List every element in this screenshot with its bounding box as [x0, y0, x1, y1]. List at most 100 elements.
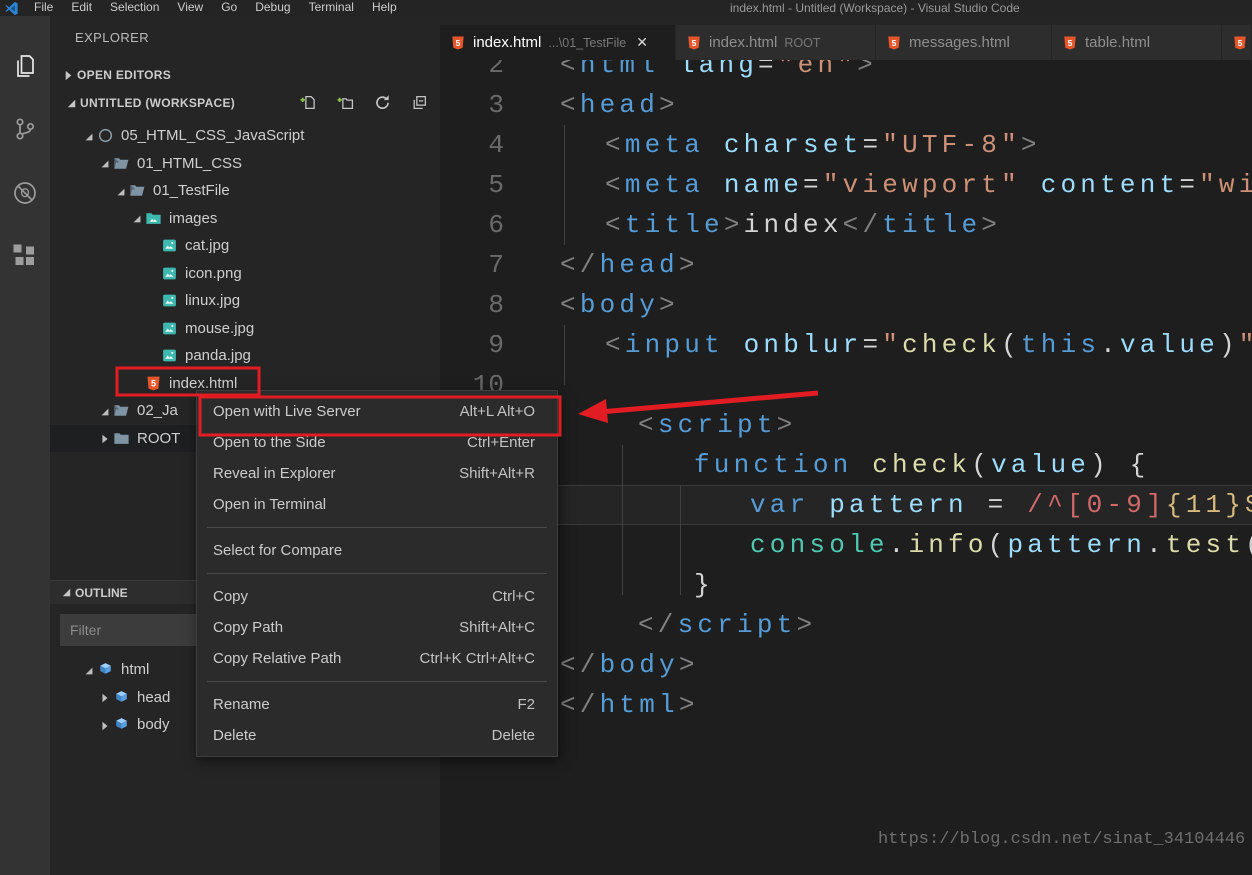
- code-line: 11<script>: [440, 405, 1252, 445]
- tree-item-01-html-css[interactable]: 01_HTML_CSS: [50, 150, 440, 178]
- extensions-icon[interactable]: [12, 243, 38, 269]
- tab-table.html[interactable]: 5table.html: [1052, 25, 1222, 60]
- svg-text:5: 5: [1068, 38, 1073, 48]
- menu-go[interactable]: Go: [212, 0, 246, 16]
- tree-item-label: ROOT: [137, 425, 180, 452]
- menu-item-label: Rename: [213, 696, 517, 713]
- code-text: </body>: [560, 645, 699, 685]
- chevron-right-icon: [99, 719, 113, 731]
- tree-item-mouse-jpg[interactable]: mouse.jpg: [50, 315, 440, 343]
- menu-file[interactable]: File: [25, 0, 62, 16]
- svg-text:5: 5: [692, 38, 697, 48]
- chevron-down-icon: [99, 157, 113, 169]
- menu-item-copy-relative-path[interactable]: Copy Relative PathCtrl+K Ctrl+Alt+C: [197, 643, 557, 674]
- code-line: 2<html lang="en">: [440, 60, 1252, 85]
- tree-item-label: 01_TestFile: [153, 177, 230, 204]
- menu-item-select-for-compare[interactable]: Select for Compare: [197, 535, 557, 566]
- menu-item-label: Copy Relative Path: [213, 650, 420, 667]
- new-folder-icon[interactable]: [337, 94, 354, 111]
- menu-item-open-in-terminal[interactable]: Open in Terminal: [197, 489, 557, 520]
- tree-item-05-html-css-javascript[interactable]: 05_HTML_CSS_JavaScript: [50, 122, 440, 150]
- image-icon: [161, 237, 178, 254]
- source-control-icon[interactable]: [12, 116, 38, 142]
- menu-edit[interactable]: Edit: [62, 0, 101, 16]
- tree-spacer: [147, 322, 161, 334]
- chevron-down-icon: [115, 185, 129, 197]
- tree-item-icon-png[interactable]: icon.png: [50, 260, 440, 288]
- tree-item-01-testfile[interactable]: 01_TestFile: [50, 177, 440, 205]
- code-editor[interactable]: 2<html lang="en">3<head>4<meta charset="…: [440, 60, 1252, 875]
- tree-spacer: [147, 240, 161, 252]
- section-open-editors[interactable]: OPEN EDITORS: [50, 62, 440, 88]
- code-text: <title>index</title>: [605, 205, 1001, 245]
- line-number: 5: [440, 165, 504, 205]
- menu-debug[interactable]: Debug: [246, 0, 299, 16]
- code-line: 4 <meta charset="UTF-8">: [440, 125, 1252, 165]
- tree-item-linux-jpg[interactable]: linux.jpg: [50, 287, 440, 315]
- editor-tabs: 5index.html...\01_TestFile✕5index.htmlRO…: [440, 25, 1252, 60]
- chevron-down-icon: [83, 664, 97, 676]
- line-number: 7: [440, 245, 504, 285]
- menu-item-copy-path[interactable]: Copy PathShift+Alt+C: [197, 612, 557, 643]
- menu-selection[interactable]: Selection: [101, 0, 168, 16]
- watermark-text: https://blog.csdn.net/sinat_34104446: [878, 830, 1245, 849]
- cube-icon: [113, 716, 130, 733]
- code-line: 12function check(value) {: [440, 445, 1252, 485]
- menu-item-open-to-the-side[interactable]: Open to the SideCtrl+Enter: [197, 427, 557, 458]
- menu-item-shortcut: Ctrl+K Ctrl+Alt+C: [420, 650, 535, 667]
- menu-item-label: Open in Terminal: [213, 496, 535, 513]
- line-number: 8: [440, 285, 504, 325]
- menu-item-copy[interactable]: CopyCtrl+C: [197, 581, 557, 612]
- tab-index.html[interactable]: 5index.htmlROOT: [676, 25, 876, 60]
- folder-images-icon: [145, 210, 162, 227]
- menu-help[interactable]: Help: [363, 0, 406, 16]
- image-icon: [161, 347, 178, 364]
- tree-item-cat-jpg[interactable]: cat.jpg: [50, 232, 440, 260]
- tree-item-label: panda.jpg: [185, 342, 251, 369]
- html-icon: 5: [450, 35, 466, 51]
- svg-text:5: 5: [151, 378, 156, 388]
- code-line: 16</script>: [440, 605, 1252, 645]
- menu-terminal[interactable]: Terminal: [300, 0, 363, 16]
- tree-item-images[interactable]: images: [50, 205, 440, 233]
- tree-item-label: linux.jpg: [185, 287, 240, 314]
- line-number: 9: [440, 325, 504, 365]
- chevron-right-icon: [99, 432, 113, 444]
- code-text: <meta charset="UTF-8">: [605, 125, 1041, 165]
- code-line: 15}: [440, 565, 1252, 605]
- tab-label: messages.html: [909, 34, 1010, 51]
- menu-item-shortcut: Ctrl+Enter: [467, 434, 535, 451]
- code-line: 13var pattern = /^[0-9]{11}$: [440, 485, 1252, 525]
- tab-label: index.html: [709, 34, 777, 51]
- tree-item-panda-jpg[interactable]: panda.jpg: [50, 342, 440, 370]
- section-workspace[interactable]: UNTITLED (WORKSPACE): [50, 88, 440, 118]
- refresh-icon[interactable]: [374, 94, 391, 111]
- code-text: console.info(pattern.test(: [750, 525, 1252, 565]
- code-line: 18</html>: [440, 685, 1252, 725]
- code-line: 9<input onblur="check(this.value)" p: [440, 325, 1252, 365]
- tree-item-label: icon.png: [185, 260, 242, 287]
- menu-item-open-with-live-server[interactable]: Open with Live ServerAlt+L Alt+O: [197, 396, 557, 427]
- explorer-icon[interactable]: [12, 53, 38, 79]
- menu-item-rename[interactable]: RenameF2: [197, 689, 557, 720]
- line-number: 4: [440, 125, 504, 165]
- menu-item-label: Delete: [213, 727, 492, 744]
- close-icon[interactable]: ✕: [636, 34, 648, 51]
- menu-item-reveal-in-explorer[interactable]: Reveal in ExplorerShift+Alt+R: [197, 458, 557, 489]
- debug-icon[interactable]: [12, 180, 38, 206]
- new-file-icon[interactable]: [300, 94, 317, 111]
- collapse-all-icon[interactable]: [411, 94, 428, 111]
- menu-item-shortcut: Alt+L Alt+O: [460, 403, 535, 420]
- folder-open-icon: [113, 402, 130, 419]
- menu-item-label: Reveal in Explorer: [213, 465, 459, 482]
- menu-item-label: Open to the Side: [213, 434, 467, 451]
- menu-view[interactable]: View: [168, 0, 212, 16]
- tab-messages.html[interactable]: 5 messages.html: [876, 25, 1052, 60]
- svg-text:5: 5: [892, 38, 897, 48]
- tab-partial[interactable]: 5: [1222, 25, 1252, 60]
- menu-item-shortcut: Delete: [492, 727, 535, 744]
- menu-item-delete[interactable]: DeleteDelete: [197, 720, 557, 751]
- code-text: <body>: [560, 285, 679, 325]
- tab-index.html[interactable]: 5index.html...\01_TestFile✕: [440, 25, 676, 60]
- code-text: <meta name="viewport" content="wid: [605, 165, 1252, 205]
